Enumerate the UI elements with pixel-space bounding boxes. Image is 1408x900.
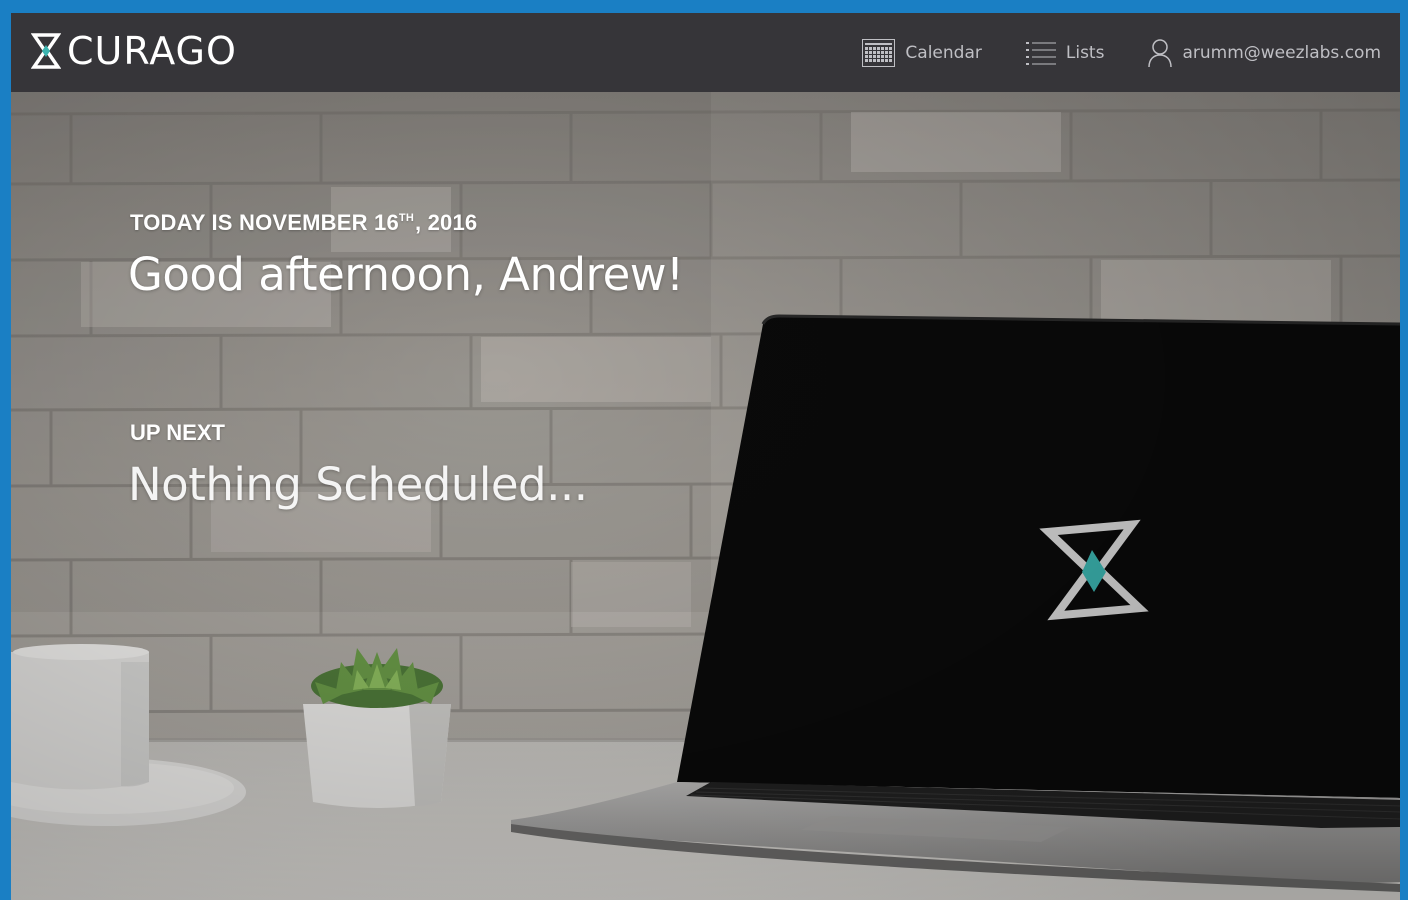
user-email: arumm@weezlabs.com bbox=[1182, 42, 1381, 63]
brand-logo[interactable]: CURAGO bbox=[31, 27, 237, 75]
calendar-grid-icon bbox=[862, 38, 896, 67]
up-next-value: Nothing Scheduled... bbox=[128, 458, 588, 511]
hero-section: TODAY IS NOVEMBER 16TH, 2016 Good aftern… bbox=[11, 92, 1400, 900]
nav-item-calendar-label: Calendar bbox=[905, 42, 982, 63]
user-icon bbox=[1148, 38, 1173, 67]
today-date-ordinal: TH bbox=[398, 212, 414, 224]
list-icon bbox=[1025, 41, 1056, 65]
today-date-year: , 2016 bbox=[414, 210, 478, 235]
nav-menu: Calendar Lists arumm@weezlabs.com bbox=[818, 13, 1381, 92]
brand-name: CURAGO bbox=[67, 29, 237, 73]
greeting-heading: Good afternoon, Andrew! bbox=[128, 248, 684, 301]
nav-item-lists[interactable]: Lists bbox=[1025, 40, 1105, 66]
nav-item-lists-label: Lists bbox=[1065, 42, 1105, 63]
today-date: TODAY IS NOVEMBER 16TH, 2016 bbox=[130, 210, 477, 236]
app-window: CURAGO Calendar Lists arumm@weezlabs.com… bbox=[0, 0, 1408, 900]
up-next-label: UP NEXT bbox=[130, 420, 225, 445]
top-navbar: CURAGO Calendar Lists arumm@weezlabs.com bbox=[11, 13, 1400, 92]
nav-item-user[interactable]: arumm@weezlabs.com bbox=[1148, 38, 1381, 68]
nav-item-calendar[interactable]: Calendar bbox=[862, 38, 982, 67]
today-date-prefix: TODAY IS NOVEMBER 16 bbox=[130, 210, 399, 235]
hourglass-logo-icon bbox=[31, 33, 61, 69]
